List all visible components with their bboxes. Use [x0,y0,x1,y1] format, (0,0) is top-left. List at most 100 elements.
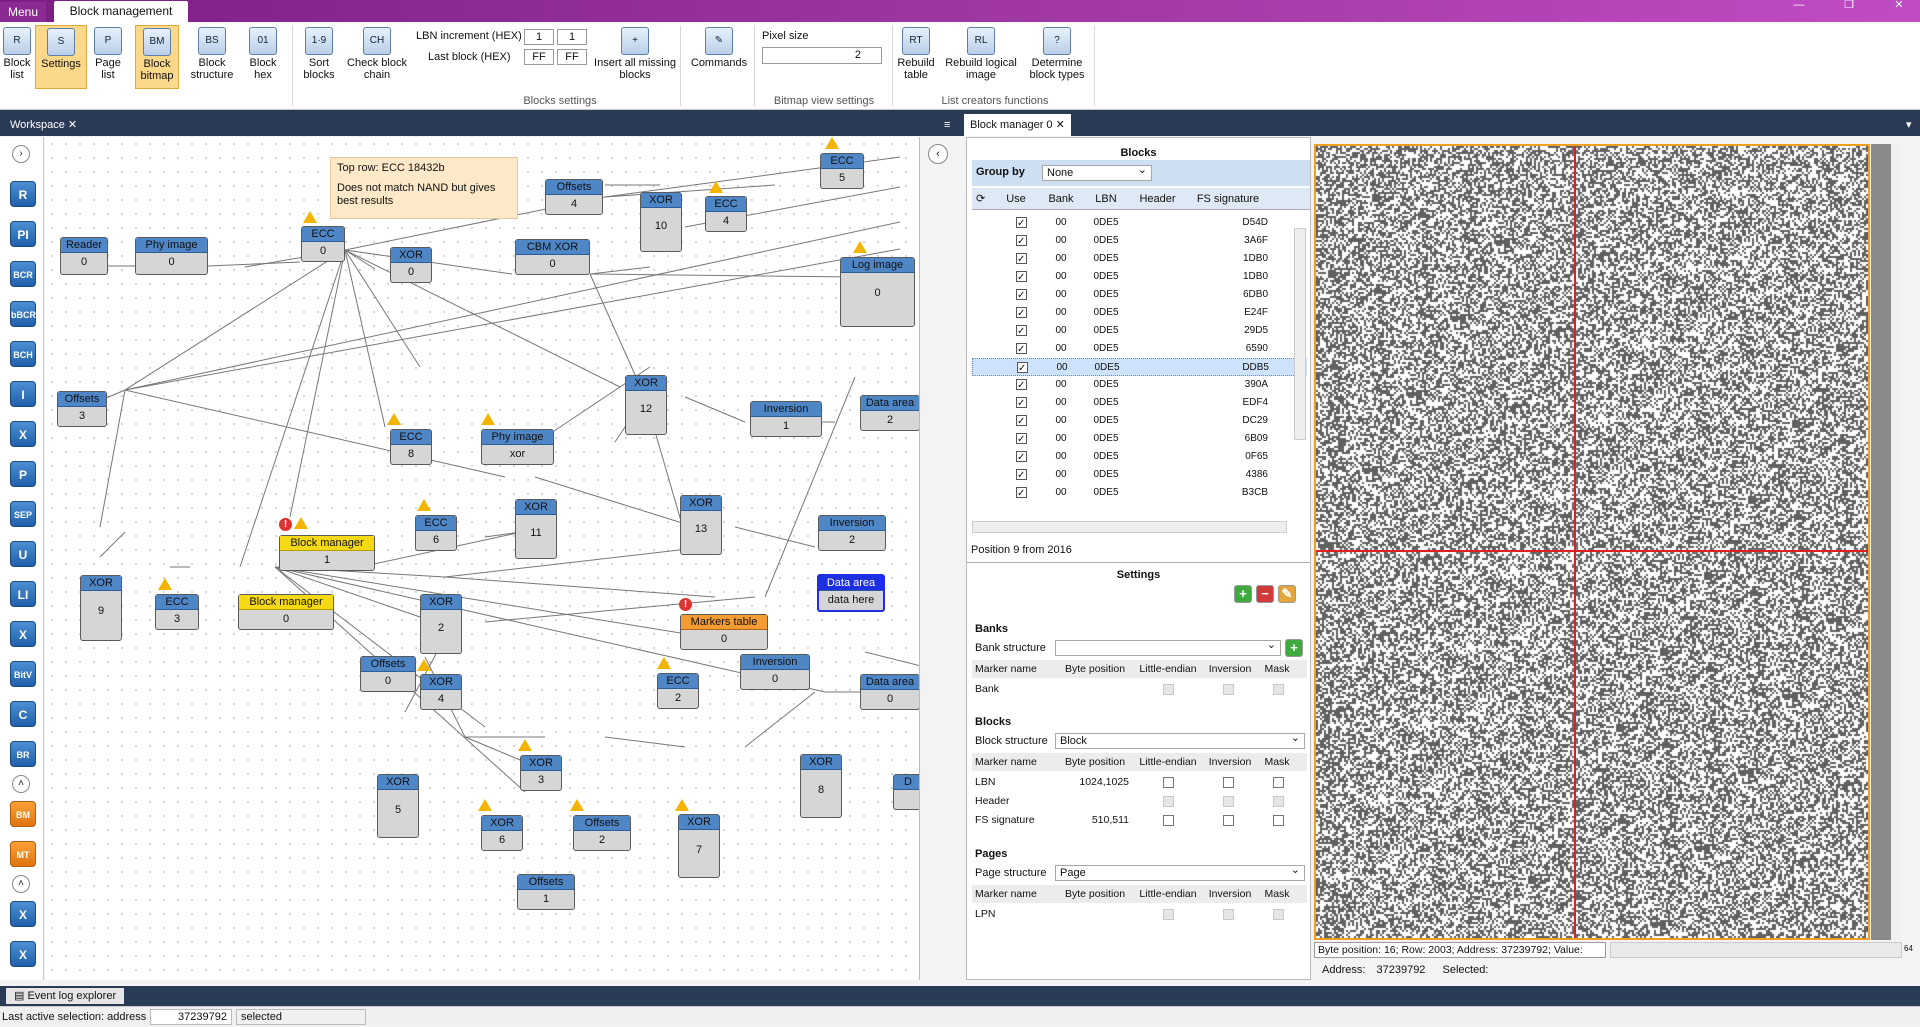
table-row[interactable]: 00 0DE5 EDF4 [972,394,1307,413]
node-offsets-1[interactable]: Offsets 1 [517,874,575,910]
add-icon[interactable]: + [1234,585,1252,603]
use-checkbox[interactable] [1016,269,1027,287]
block-structure-button[interactable]: BS Block structure [187,25,237,89]
tool-br[interactable]: BR [10,741,36,767]
table-row[interactable]: 00 0DE5 29D5 [972,322,1307,341]
table-row[interactable]: 00 0DE5 D54D [972,214,1307,233]
col-lbn[interactable]: LBN [1085,188,1127,210]
node-xor-9[interactable]: XOR 9 [80,575,122,641]
table-row[interactable]: 00 0DE5 DC29 [972,412,1307,431]
col-fs-signature[interactable]: FS signature [1188,188,1268,210]
tool-sep[interactable]: SEP [10,501,36,527]
rebuild-logical-image-button[interactable]: RL Rebuild logical image [943,25,1019,89]
table-row[interactable]: 00 0DE5 4386 [972,466,1307,485]
rebuild-table-button[interactable]: RT Rebuild table [895,25,937,89]
use-checkbox[interactable] [1016,431,1027,449]
node-xor-13[interactable]: XOR 13 [680,495,722,555]
remove-icon[interactable]: − [1256,585,1274,603]
group-by-select[interactable]: None [1042,163,1152,181]
table-row[interactable]: 00 0DE5 B3CB [972,484,1307,503]
fs-little-endian-checkbox[interactable] [1163,815,1174,826]
tool-x[interactable]: X [10,621,36,647]
table-row[interactable]: 00 0DE5 E24F [972,304,1307,323]
tool-bitv[interactable]: BitV [10,661,36,687]
tab-block-management[interactable]: Block management [54,1,188,22]
node-data-area-2[interactable]: Data area 2 [860,395,919,431]
node-offsets-4[interactable]: Offsets 4 [545,179,603,215]
node-ecc-2[interactable]: ECC 2 [657,673,699,709]
pane-dropdown-icon[interactable]: ▾ [1900,114,1918,136]
blocks-vscroll[interactable] [1294,228,1306,440]
table-row[interactable]: 00 0DE5 0F65 [972,448,1307,467]
lbn-inversion-checkbox[interactable] [1223,777,1234,788]
edit-icon[interactable]: ✎ [1278,585,1296,603]
node-xor-7[interactable]: XOR 7 [678,814,720,878]
close-window-icon[interactable]: ✕ [1888,0,1910,14]
node-inversion-0[interactable]: Inversion 0 [740,654,810,690]
node-phy-image[interactable]: Phy image 0 [135,237,208,275]
fs-signature-byte-position[interactable]: 510,511 [1057,814,1129,826]
commands-button[interactable]: ✎ Commands [688,25,750,89]
node-inversion-1[interactable]: Inversion 1 [750,401,822,437]
node-xor-3[interactable]: XOR 3 [520,755,562,791]
expand-toolbox-icon[interactable]: › [12,145,30,163]
use-checkbox[interactable] [1016,251,1027,269]
tool-bcr[interactable]: BCR [10,261,36,287]
block-structure-select[interactable]: Block [1055,731,1305,749]
table-row[interactable]: 00 0DE5 DDB5 [972,358,1307,378]
node-block-manager-1[interactable]: Block manager 1 [279,535,375,571]
table-row[interactable]: 00 0DE5 6590 [972,340,1307,359]
tool-u[interactable]: U [10,541,36,567]
minimize-icon[interactable]: — [1788,0,1810,14]
check-block-chain-button[interactable]: CH Check block chain [344,25,410,89]
tab-block-manager[interactable]: Block manager 0 ✕ [964,114,1071,136]
table-row[interactable]: 00 0DE5 6DB0 [972,286,1307,305]
block-list-button[interactable]: R Block list [2,25,32,89]
node-log-image[interactable]: Log image 0 [840,257,915,327]
fs-inversion-checkbox[interactable] [1223,815,1234,826]
table-row[interactable]: 00 0DE5 6B09 [972,430,1307,449]
tool-x-extra-2[interactable]: X [10,941,36,967]
use-checkbox[interactable] [1016,287,1027,305]
col-bank[interactable]: Bank [1040,188,1082,210]
use-checkbox[interactable] [1016,395,1027,413]
lbn-mask-checkbox[interactable] [1273,777,1284,788]
node-reader[interactable]: Reader 0 [60,237,108,275]
determine-block-types-button[interactable]: ? Determine block types [1024,25,1090,89]
tool-c[interactable]: C [10,701,36,727]
node-partial-d[interactable]: D [893,774,919,810]
node-ecc-3[interactable]: ECC 3 [155,594,199,630]
node-markers-table[interactable]: Markers table 0 [680,614,768,650]
node-xor-11[interactable]: XOR 11 [515,499,557,559]
table-row[interactable]: 00 0DE5 3A6F [972,232,1307,251]
close-icon[interactable]: ✕ [68,119,77,131]
tab-workspace[interactable]: Workspace ✕ [4,114,83,136]
fs-mask-checkbox[interactable] [1273,815,1284,826]
node-xor-6[interactable]: XOR 6 [481,815,523,851]
node-xor-8[interactable]: XOR 8 [800,754,842,818]
node-ecc-0[interactable]: ECC 0 [301,226,345,262]
insert-missing-blocks-button[interactable]: + Insert all missing blocks [594,25,676,89]
tool-bch[interactable]: BCH [10,341,36,367]
use-checkbox[interactable] [1016,485,1027,503]
workspace-canvas[interactable]: Top row: ECC 18432b Does not match NAND … [45,137,920,980]
node-inversion-2[interactable]: Inversion 2 [818,515,886,551]
canvas-note[interactable]: Top row: ECC 18432b Does not match NAND … [330,157,518,219]
tool-block-manager[interactable]: BM [10,801,36,827]
bitmap-vscroll[interactable] [1871,144,1901,940]
add-bank-structure-icon[interactable]: + [1285,639,1303,657]
tab-event-log-explorer[interactable]: ▤ Event log explorer [6,988,125,1004]
node-offsets-3[interactable]: Offsets 3 [57,391,107,427]
last-block-field-2[interactable]: FF [557,49,587,65]
node-ecc-4[interactable]: ECC 4 [705,196,747,232]
bitmap-hscroll[interactable] [1610,942,1902,958]
use-checkbox[interactable] [1016,233,1027,251]
node-ecc-6[interactable]: ECC 6 [415,515,457,551]
lbn-increment-field-1[interactable]: 1 [524,29,554,45]
close-icon[interactable]: ✕ [1056,119,1065,131]
node-xor-10[interactable]: XOR 10 [640,192,682,252]
use-checkbox[interactable] [1016,413,1027,431]
col-use[interactable]: Use [996,188,1036,210]
use-checkbox[interactable] [1016,305,1027,323]
tool-markers-table[interactable]: MT [10,841,36,867]
